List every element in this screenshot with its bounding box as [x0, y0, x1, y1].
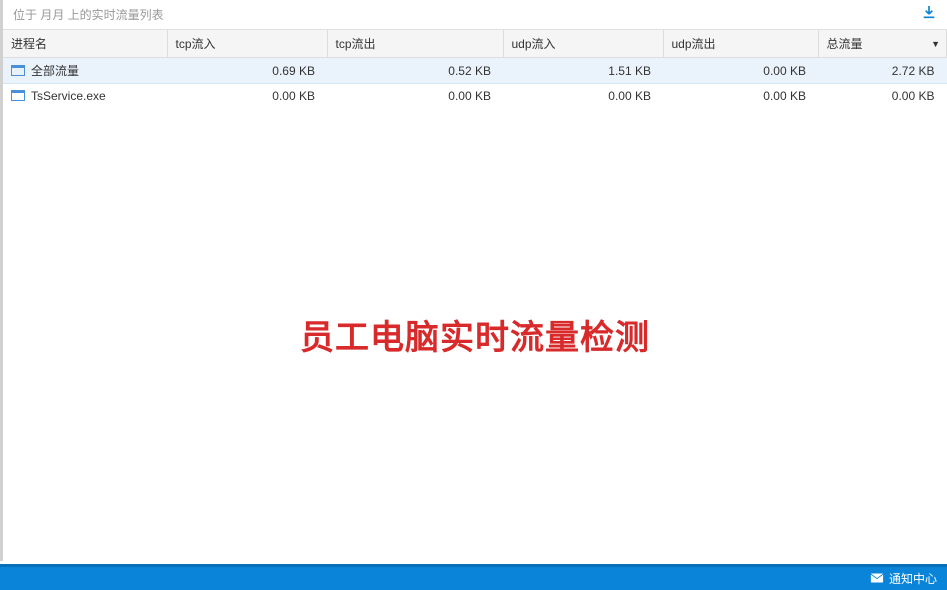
- col-header-udpin[interactable]: udp流入: [503, 30, 663, 58]
- cell-udpin: 1.51 KB: [503, 58, 663, 84]
- col-header-udpout[interactable]: udp流出: [663, 30, 818, 58]
- process-name: 全部流量: [31, 62, 79, 79]
- download-button[interactable]: [921, 4, 937, 25]
- col-header-tcpout[interactable]: tcp流出: [327, 30, 503, 58]
- notification-label: 通知中心: [889, 570, 937, 587]
- col-header-total[interactable]: 总流量 ▼: [818, 30, 947, 58]
- window-icon: [11, 90, 25, 101]
- cell-udpout: 0.00 KB: [663, 84, 818, 108]
- sort-desc-icon: ▼: [931, 39, 940, 49]
- process-name: TsService.exe: [31, 89, 106, 103]
- overlay-watermark: 员工电脑实时流量检测: [300, 310, 650, 359]
- traffic-table-area: 进程名 tcp流入 tcp流出 udp流入 udp流出 总流量 ▼: [3, 30, 947, 561]
- table-header-row: 进程名 tcp流入 tcp流出 udp流入 udp流出 总流量 ▼: [3, 30, 947, 58]
- table-row[interactable]: TsService.exe 0.00 KB 0.00 KB 0.00 KB 0.…: [3, 84, 947, 108]
- cell-udpin: 0.00 KB: [503, 84, 663, 108]
- download-icon: [921, 4, 937, 25]
- cell-tcpout: 0.00 KB: [327, 84, 503, 108]
- cell-total: 2.72 KB: [818, 58, 947, 84]
- traffic-table: 进程名 tcp流入 tcp流出 udp流入 udp流出 总流量 ▼: [3, 30, 947, 108]
- col-header-total-label: 总流量: [827, 37, 863, 51]
- header-bar: 位于 月月 上的实时流量列表: [3, 0, 947, 30]
- col-header-process[interactable]: 进程名: [3, 30, 167, 58]
- status-bar: 通知中心: [0, 564, 947, 590]
- cell-total: 0.00 KB: [818, 84, 947, 108]
- mail-icon: [870, 572, 884, 586]
- notification-center-button[interactable]: 通知中心: [870, 570, 937, 587]
- cell-tcpin: 0.00 KB: [167, 84, 327, 108]
- cell-tcpin: 0.69 KB: [167, 58, 327, 84]
- page-title: 位于 月月 上的实时流量列表: [13, 6, 164, 23]
- table-row[interactable]: 全部流量 0.69 KB 0.52 KB 1.51 KB 0.00 KB 2.7…: [3, 58, 947, 84]
- cell-tcpout: 0.52 KB: [327, 58, 503, 84]
- col-header-tcpin[interactable]: tcp流入: [167, 30, 327, 58]
- cell-udpout: 0.00 KB: [663, 58, 818, 84]
- window-icon: [11, 65, 25, 76]
